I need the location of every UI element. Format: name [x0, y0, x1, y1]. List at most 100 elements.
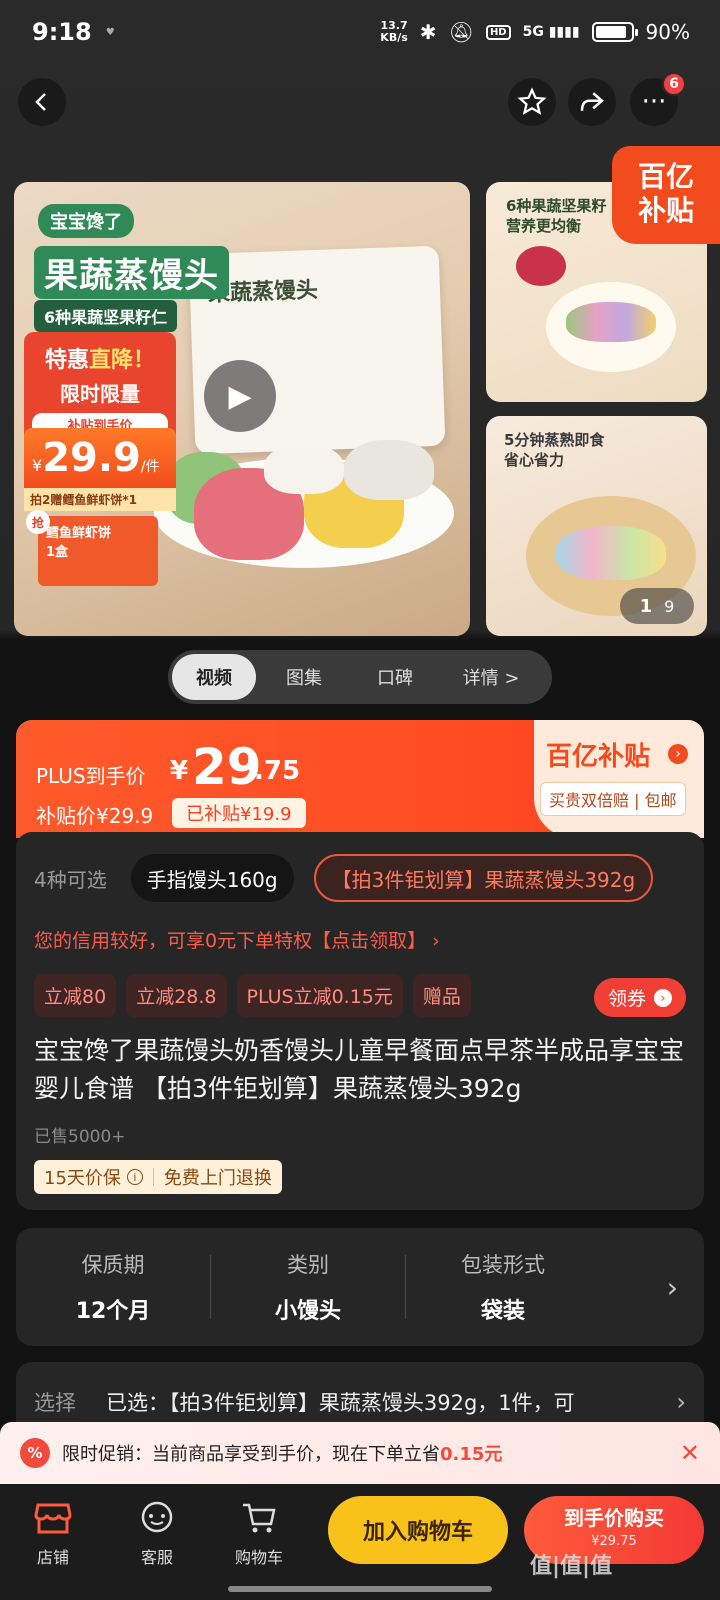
battery-fill	[595, 26, 627, 38]
plus-price-label: PLUS到手价	[36, 764, 146, 788]
spec-category: 类别 小馒头	[211, 1249, 405, 1325]
image-price-unit: /件	[140, 459, 160, 475]
more-dots-icon: ···	[641, 87, 667, 117]
select-label: 选择	[34, 1391, 76, 1415]
variant-count[interactable]: 4种可选	[34, 864, 107, 893]
service-label: 客服	[140, 1548, 173, 1567]
gift-box: 抢 鳕鱼鲜虾饼 1盒	[26, 510, 158, 586]
image-price-value: 29.9	[42, 435, 141, 481]
spec-shelf-life: 保质期 12个月	[16, 1249, 210, 1325]
image-counter-total: 9	[664, 596, 675, 616]
store-icon	[18, 1498, 88, 1538]
watermark-logo: 值|值|值	[530, 1554, 613, 1579]
spec-value: 12个月	[75, 1299, 151, 1324]
gift-tag: 抢	[26, 510, 50, 534]
tab-details[interactable]: 详情 >	[438, 654, 544, 700]
promo-toast-text: 限时促销：当前商品享受到手价，现在下单立省	[62, 1444, 440, 1465]
more-badge: 6	[662, 72, 686, 96]
price-decimal: .75	[254, 756, 301, 786]
battery-percent: 90%	[645, 20, 690, 44]
bun-grey	[344, 440, 434, 500]
image-price-currency: ¥	[32, 456, 43, 475]
store-button[interactable]: 店铺	[18, 1498, 88, 1568]
side1-fruit	[516, 246, 566, 286]
spec-summary[interactable]: 保质期 12个月 类别 小馒头 包装形式 袋装 ›	[16, 1228, 704, 1346]
customer-service-button[interactable]: 客服	[122, 1498, 192, 1568]
status-time: 9:18	[32, 18, 92, 46]
bun-white	[264, 444, 344, 494]
share-button[interactable]	[568, 78, 616, 126]
image-counter: 1 9	[620, 588, 694, 624]
cart-icon	[224, 1498, 294, 1538]
tab-reviews[interactable]: 口碑	[352, 654, 438, 700]
signal-type: 5G	[522, 24, 544, 40]
mute-icon: 🔕︎	[448, 20, 474, 44]
chevron-right-icon: ›	[654, 988, 672, 1007]
credit-offer-link[interactable]: 您的信用较好，可享0元下单特权【点击领取】 ›	[34, 926, 440, 953]
subsidy-panel[interactable]: 百亿补贴 › 买贵双倍赔 | 包邮	[534, 720, 704, 838]
close-icon[interactable]: ✕	[680, 1439, 700, 1467]
status-icons: 13.7 KB/s ✱ 🔕︎ HD 5G ▮▮▮▮ 90%	[380, 20, 690, 45]
play-video-button[interactable]: ▶	[204, 360, 276, 432]
guarantee-divider	[152, 1168, 154, 1186]
variant-chip-selected[interactable]: 【拍3件钜划算】果蔬蒸馒头392g	[313, 854, 654, 902]
discount-icon: %	[20, 1438, 50, 1468]
side1-caption-line2: 营养更均衡	[506, 217, 582, 235]
price-currency: ¥	[170, 756, 189, 786]
main-product-image[interactable]: 果蔬蒸馒头 宝宝馋了 果蔬蒸馒头 6种果蔬坚果籽仁 特惠直降！ 限时限量 补贴到…	[14, 182, 470, 636]
price-integer: 29	[192, 738, 262, 796]
image-title: 果蔬蒸馒头	[34, 246, 229, 299]
gift-line: 拍2赠鳕鱼鲜虾饼*1	[24, 488, 176, 511]
more-button[interactable]: ··· 6	[630, 72, 686, 126]
chat-icon	[122, 1498, 192, 1538]
variant-chip[interactable]: 手指馒头160g	[130, 854, 294, 902]
product-info-card: 4种可选 手指馒头160g 【拍3件钜划算】果蔬蒸馒头392g 您的信用较好，可…	[16, 832, 704, 1210]
guarantee-badge[interactable]: 15天价保 i 免费上门退换	[34, 1160, 282, 1194]
get-coupon-label: 领券	[607, 988, 646, 1010]
side1-caption: 6种果蔬坚果籽 营养更均衡	[506, 196, 606, 236]
cart-button[interactable]: 购物车	[224, 1498, 294, 1568]
back-button[interactable]	[18, 78, 66, 126]
hd-icon: HD	[485, 24, 511, 40]
spec-value: 小馒头	[274, 1299, 341, 1324]
side1-caption-line1: 6种果蔬坚果籽	[506, 197, 607, 215]
home-indicator[interactable]	[228, 1586, 492, 1592]
spec-key: 类别	[287, 1253, 329, 1277]
coupon-tag[interactable]: 立减28.8	[126, 974, 227, 1017]
buy-now-label: 到手价购买	[564, 1506, 664, 1530]
product-title: 宝宝馋了果蔬馒头奶香馒头儿童早餐面点早茶半成品享宝宝婴儿食谱 【拍3件钜划算】果…	[34, 1036, 685, 1103]
subsidy-amount-chip: 已补贴¥19.9	[172, 798, 306, 828]
subsidy-badge: 百亿 补贴	[612, 146, 720, 244]
add-to-cart-button[interactable]: 加入购物车	[328, 1496, 508, 1564]
price-banner: PLUS到手价 ¥ 29 .75 补贴价¥29.9 已补贴¥19.9 百亿补贴 …	[16, 720, 704, 838]
promo-line1-b: 直降！	[89, 348, 156, 373]
promo-line1: 特惠直降！	[32, 342, 168, 374]
tab-gallery[interactable]: 图集	[256, 654, 352, 700]
get-coupon-button[interactable]: 领券 ›	[593, 978, 686, 1017]
coupon-tag[interactable]: PLUS立减0.15元	[236, 974, 403, 1017]
coupon-tag[interactable]: 赠品	[412, 974, 471, 1017]
status-bar: 9:18 ♥ 13.7 KB/s ✱ 🔕︎ HD 5G ▮▮▮▮ 90%	[0, 0, 720, 64]
favorite-button[interactable]	[508, 78, 556, 126]
promo-line2: 限时限量	[60, 382, 140, 406]
product-page: 9:18 ♥ 13.7 KB/s ✱ 🔕︎ HD 5G ▮▮▮▮ 90% ···…	[0, 0, 720, 1600]
spec-value: 袋装	[480, 1299, 525, 1324]
side2-caption-line2: 省心省力	[504, 451, 565, 469]
gift-name: 鳕鱼鲜虾饼	[46, 526, 112, 541]
image-price-box: ¥ 29.9 /件	[24, 428, 176, 490]
spec-key: 包装形式	[461, 1253, 545, 1277]
bottom-action-bar: 店铺 客服 购物车 加入购物车 到手价购买 ¥29.75	[0, 1484, 720, 1600]
coupon-tag[interactable]: 立减80	[34, 974, 117, 1017]
gift-qty: 1盒	[46, 545, 69, 560]
battery-icon	[591, 22, 638, 42]
promo-toast: % 限时促销：当前商品享受到手价，现在下单立省 0.15元 ✕	[0, 1422, 720, 1484]
tab-video[interactable]: 视频	[172, 654, 256, 700]
notification-dot-icon: ♥	[105, 26, 115, 38]
signal-icon: 5G ▮▮▮▮	[522, 24, 580, 40]
image-counter-current: 1	[639, 595, 653, 617]
subsidy-logo: 百亿补贴	[546, 742, 651, 772]
play-icon: ▶	[228, 378, 252, 414]
subsidy-price: 补贴价¥29.9	[36, 804, 154, 828]
share-icon	[580, 92, 604, 111]
side2-caption: 5分钟蒸熟即食 省心省力	[504, 430, 604, 470]
